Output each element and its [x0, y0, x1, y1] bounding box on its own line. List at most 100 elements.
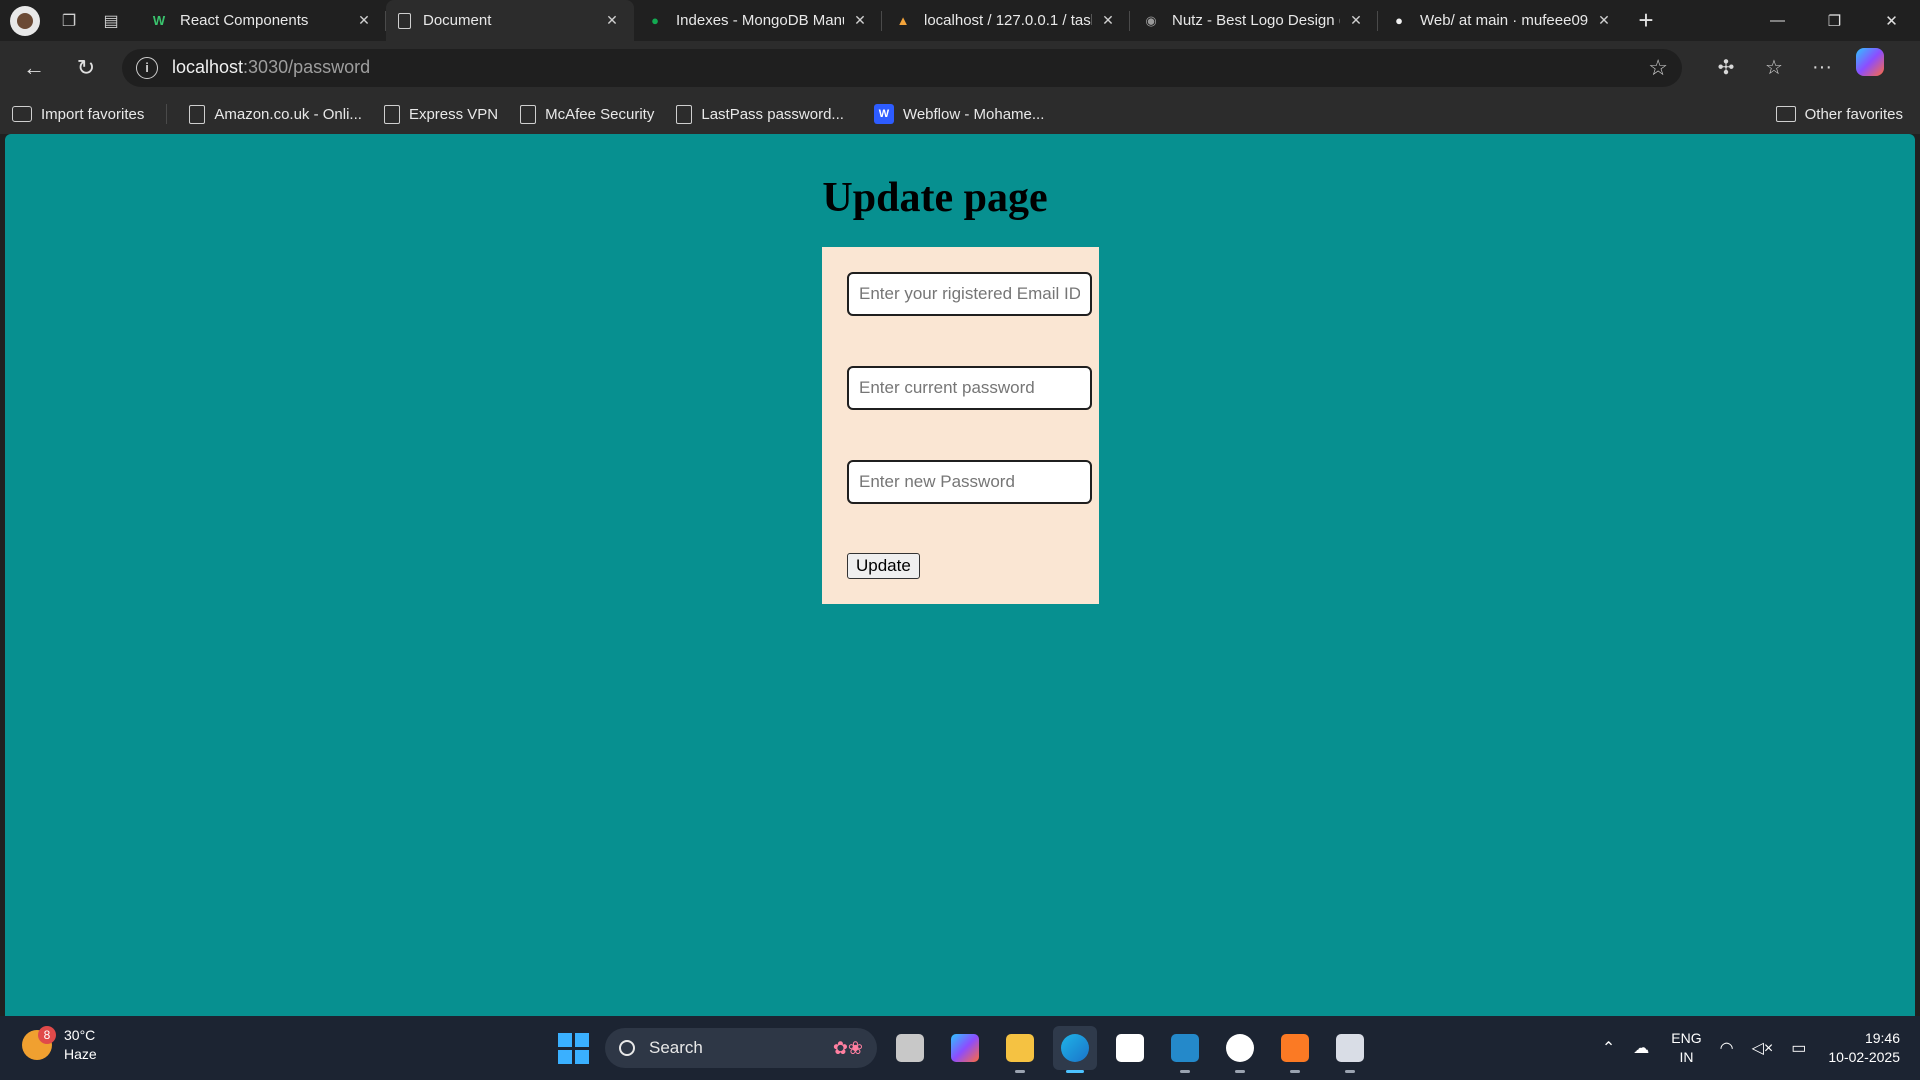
favorite-label: Import favorites: [41, 105, 145, 123]
close-icon[interactable]: ✕: [602, 11, 622, 31]
favorite-import[interactable]: Import favorites: [12, 106, 144, 123]
favorite-label: LastPass password...: [701, 105, 844, 123]
tab-title: Indexes - MongoDB Manu: [676, 12, 844, 29]
webflow-icon: W: [873, 104, 894, 124]
page-icon: [676, 104, 693, 124]
favorite-star-icon[interactable]: ☆: [1648, 55, 1668, 81]
url-host: localhost: [172, 57, 244, 77]
wifi-icon[interactable]: ◠: [1720, 1038, 1734, 1058]
github-icon: ●: [1395, 13, 1403, 28]
search-label: Search: [649, 1038, 703, 1057]
mongodb-compass-icon[interactable]: [1218, 1026, 1262, 1073]
tab-phpmyadmin[interactable]: ▲ localhost / 127.0.0.1 / task ✕: [882, 0, 1130, 41]
tab-document[interactable]: Document ✕: [386, 0, 634, 41]
language-indicator[interactable]: ENG IN: [1671, 1029, 1701, 1067]
vscode-icon[interactable]: [1163, 1026, 1207, 1073]
favorites-icon[interactable]: ☆: [1750, 48, 1798, 88]
browser-tools: ✣ ☆ ···: [1702, 47, 1884, 88]
favorite-label: Amazon.co.uk - Onli...: [214, 105, 362, 123]
clock-date: 10-02-2025: [1828, 1049, 1900, 1065]
tab-nutz[interactable]: ◉ Nutz - Best Logo Design ( ✕: [1130, 0, 1378, 41]
weather-widget[interactable]: 8 30°C Haze: [22, 1026, 97, 1064]
web-content: Update page Update: [5, 134, 1915, 1016]
tab-title: Document: [423, 12, 492, 29]
current-password-field[interactable]: [847, 366, 1092, 410]
onedrive-icon[interactable]: ☁: [1633, 1038, 1649, 1058]
tab-mongodb-indexes[interactable]: ● Indexes - MongoDB Manu ✕: [634, 0, 882, 41]
favorite-lastpass[interactable]: LastPass password...: [676, 104, 844, 124]
more-menu-icon[interactable]: ···: [1798, 48, 1846, 88]
back-button[interactable]: ←: [12, 48, 56, 88]
window-controls: — ❐ ✕: [1749, 0, 1920, 41]
favorites-divider: [166, 104, 168, 124]
close-icon[interactable]: ✕: [1594, 11, 1614, 31]
favorite-mcafee[interactable]: McAfee Security: [520, 104, 654, 124]
system-tray: ⌃ ☁ ENG IN ◠ ◁× ▭ 19:46 10-02-2025: [1584, 1016, 1900, 1080]
profile-avatar[interactable]: [10, 5, 40, 36]
email-field[interactable]: [847, 272, 1092, 316]
update-form: Update: [822, 247, 1099, 604]
tab-list: W React Components ✕ Document ✕ ● Indexe…: [138, 0, 1666, 41]
update-button[interactable]: Update: [847, 553, 920, 579]
weather-condition: Haze: [64, 1046, 97, 1062]
tab-title: Nutz - Best Logo Design (: [1172, 12, 1340, 29]
page-title: Update page: [822, 175, 1048, 221]
close-icon[interactable]: ✕: [1098, 11, 1118, 31]
new-tab-button[interactable]: +: [1626, 0, 1666, 41]
workspaces-icon[interactable]: ❐: [52, 4, 86, 38]
battery-icon[interactable]: ▭: [1791, 1038, 1806, 1058]
extensions-icon[interactable]: ✣: [1702, 48, 1750, 88]
close-icon[interactable]: ✕: [1346, 11, 1366, 31]
windows-start-icon[interactable]: [553, 1028, 593, 1068]
page-icon: [383, 104, 400, 124]
microsoft-store-icon[interactable]: [1108, 1026, 1152, 1070]
address-bar[interactable]: i localhost:3030/password ☆: [122, 48, 1682, 87]
edge-browser-icon[interactable]: [1053, 1026, 1097, 1073]
other-favorites-label: Other favorites: [1804, 105, 1903, 123]
file-explorer-icon[interactable]: [998, 1026, 1042, 1073]
phpmyadmin-icon: ▲: [896, 13, 910, 28]
tab-strip: ❐ ▤ W React Components ✕ Document ✕ ● In…: [0, 0, 1920, 41]
mongodb-leaf-icon: ●: [651, 13, 659, 28]
favorite-amazon[interactable]: Amazon.co.uk - Onli...: [189, 104, 362, 124]
vertical-tabs-icon[interactable]: ▤: [94, 4, 128, 38]
page-icon: [520, 104, 537, 124]
minimize-button[interactable]: —: [1749, 0, 1806, 41]
favorites-bar: Import favorites Amazon.co.uk - Onli... …: [0, 94, 1920, 134]
favorite-webflow[interactable]: W Webflow - Mohame...: [873, 104, 1045, 124]
close-window-button[interactable]: ✕: [1863, 0, 1920, 41]
tab-react-components[interactable]: W React Components ✕: [138, 0, 386, 41]
clock-time: 19:46: [1864, 1030, 1900, 1046]
favorite-expressvpn[interactable]: Express VPN: [383, 104, 498, 124]
nutz-icon: ◉: [1145, 12, 1157, 28]
address-toolbar: ← ↻ i localhost:3030/password ☆ ✣ ☆ ···: [0, 41, 1920, 94]
refresh-button[interactable]: ↻: [64, 48, 108, 88]
task-view-icon[interactable]: [888, 1026, 932, 1070]
close-icon[interactable]: ✕: [850, 11, 870, 31]
xampp-icon[interactable]: [1273, 1026, 1317, 1073]
weather-temp: 30°C: [64, 1027, 96, 1043]
page-icon: [189, 104, 206, 124]
notification-badge: 8: [38, 1026, 56, 1044]
restore-button[interactable]: ❐: [1806, 0, 1863, 41]
copilot-icon[interactable]: [1856, 47, 1884, 76]
taskbar-apps: Search ✿❀: [553, 1016, 1372, 1080]
weather-text: 30°C Haze: [64, 1026, 97, 1064]
new-password-field[interactable]: [847, 460, 1092, 504]
search-icon: [619, 1040, 635, 1056]
clock[interactable]: 19:46 10-02-2025: [1828, 1029, 1900, 1067]
chevron-up-icon[interactable]: ⌃: [1602, 1038, 1615, 1058]
weather-icon: 8: [22, 1026, 56, 1060]
close-icon[interactable]: ✕: [354, 11, 374, 31]
taskbar-search[interactable]: Search ✿❀: [605, 1028, 877, 1068]
folder-icon: [1775, 106, 1796, 122]
tab-github[interactable]: ● Web/ at main · mufeee09/ ✕: [1378, 0, 1626, 41]
document-icon: [398, 12, 411, 29]
snipping-tool-icon[interactable]: [1328, 1026, 1372, 1073]
speaker-muted-icon[interactable]: ◁×: [1752, 1038, 1774, 1058]
site-info-icon[interactable]: i: [136, 56, 158, 79]
other-favorites[interactable]: Other favorites: [1775, 94, 1903, 134]
favorite-label: Webflow - Mohame...: [902, 105, 1045, 123]
flowers-icon: ✿❀: [832, 1037, 863, 1058]
copilot-app-icon[interactable]: [943, 1026, 987, 1070]
